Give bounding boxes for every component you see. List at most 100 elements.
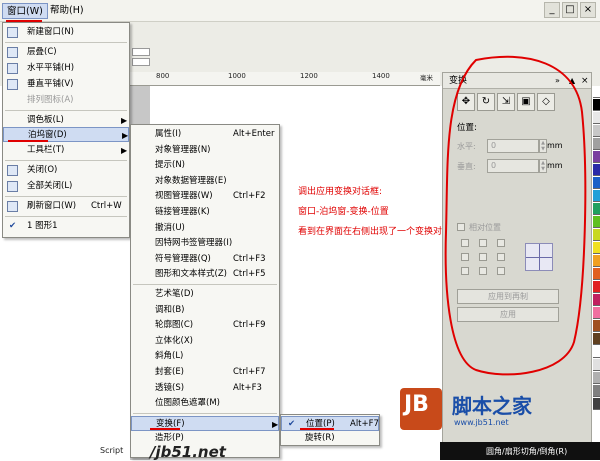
close-button[interactable]: × [580, 2, 596, 18]
restore-button[interactable]: □ [562, 2, 578, 18]
menu-item-label: 艺术笔(D) [155, 289, 194, 299]
color-swatch[interactable] [593, 346, 600, 358]
menu-item-docker-10[interactable]: 艺术笔(D) [131, 287, 279, 302]
menu-item-close-all[interactable]: 全部关闭(L) [3, 179, 129, 194]
menu-item-label: 刷新窗口(W) [27, 201, 77, 211]
menu-item-rotate[interactable]: 旋转(R) [281, 431, 379, 446]
color-swatch[interactable] [593, 138, 600, 150]
menu-item-docker-0[interactable]: 属性(I) Alt+Enter [131, 127, 279, 142]
menu-item-docker-1[interactable]: 对象管理器(N) [131, 143, 279, 158]
menu-item-label: 对象管理器(N) [155, 144, 211, 155]
color-swatch[interactable] [593, 229, 600, 241]
menu-item-docker-15[interactable]: 封套(E) Ctrl+F7 [131, 365, 279, 380]
color-swatch[interactable] [593, 255, 600, 267]
watermark-logo: JB [400, 386, 442, 432]
menu-item-docker-12[interactable]: 轮廓图(C) Ctrl+F9 [131, 318, 279, 333]
menu-item-docker-16[interactable]: 透镜(S) Alt+F3 [131, 381, 279, 396]
menu-item-label: 因特网书签管理器(I) [155, 238, 233, 249]
transform-submenu: ✔ 位置(P) Alt+F7 旋转(R) [280, 414, 380, 446]
menu-item-toolbars[interactable]: 工具栏(T) ▶ [3, 143, 129, 158]
menu-help[interactable]: 帮助(H) [46, 3, 88, 19]
menu-item-docker-8[interactable]: 符号管理器(Q) Ctrl+F3 [131, 252, 279, 267]
ruler-unit: 毫米 [420, 74, 433, 82]
color-swatch[interactable] [593, 125, 600, 137]
menu-item-label: 关闭(O) [27, 165, 58, 175]
menu-item-docker-2[interactable]: 提示(N) [131, 158, 279, 173]
menu-item-docker-11[interactable]: 调和(B) [131, 303, 279, 318]
menu-item-label: 垂直平铺(V) [27, 79, 74, 89]
check-icon: ✔ [9, 221, 17, 231]
menu-item-palette[interactable]: 调色板(L) ▶ [3, 113, 129, 128]
tile-vertical-icon [7, 79, 18, 90]
color-swatch[interactable] [593, 307, 600, 319]
toolbar-field[interactable] [132, 48, 150, 56]
menu-item-close[interactable]: 关闭(O) [3, 163, 129, 178]
cascade-icon [7, 47, 18, 58]
refresh-icon [7, 201, 18, 212]
menu-item-shortcut: Ctrl+F2 [233, 191, 266, 202]
menu-item-label: 调色板(L) [27, 115, 64, 125]
color-swatch[interactable] [593, 294, 600, 306]
tile-horizontal-icon [7, 63, 18, 74]
menu-item-label: 水平平铺(H) [27, 63, 75, 73]
menu-item-tile-horizontal[interactable]: 水平平铺(H) [3, 61, 129, 76]
menu-item-label: 链接管理器(K) [155, 207, 210, 217]
color-swatch[interactable] [593, 177, 600, 189]
menu-item-docker-4[interactable]: 视图管理器(W) Ctrl+F2 [131, 189, 279, 204]
color-swatch[interactable] [593, 112, 600, 124]
color-swatch[interactable] [593, 385, 600, 397]
menu-underline-annotation [150, 428, 180, 430]
menu-item-docker-7[interactable]: 因特网书签管理器(I) [131, 236, 279, 251]
menu-window[interactable]: 窗口(W) [2, 3, 48, 19]
menu-item-label: 提示(N) [155, 160, 185, 171]
color-swatch[interactable] [593, 190, 600, 202]
highlight-ellipse [444, 55, 587, 376]
menu-item-docker-13[interactable]: 立体化(X) [131, 334, 279, 349]
menu-item-docker-9[interactable]: 图形和文本样式(Z) Ctrl+F5 [131, 267, 279, 282]
color-swatch[interactable] [593, 151, 600, 163]
color-swatch[interactable] [593, 216, 600, 228]
menu-separator [133, 412, 277, 414]
menu-item-label: 层叠(C) [27, 47, 57, 57]
menu-item-shortcut: Alt+F7 [350, 419, 379, 429]
menu-item-docker-14[interactable]: 斜角(L) [131, 349, 279, 364]
menu-item-label: 属性(I) [155, 129, 182, 139]
color-swatch[interactable] [593, 164, 600, 176]
color-swatch[interactable] [593, 99, 600, 111]
menu-item-new-window[interactable]: 新建窗口(N) [3, 25, 129, 40]
color-swatch[interactable] [593, 281, 600, 293]
menu-item-shortcut: Ctrl+F9 [233, 320, 266, 331]
menu-item-refresh-window[interactable]: 刷新窗口(W) Ctrl+W [3, 199, 129, 214]
watermark-logo-text: JB [404, 392, 429, 417]
menu-item-docker-17[interactable]: 位图颜色遮罩(M) [131, 396, 279, 411]
annotation-text: 调出应用变换对话框: [298, 187, 383, 197]
menu-item-shortcut: Ctrl+F7 [233, 367, 266, 377]
menu-item-document-1[interactable]: ✔ 1 图形1 [3, 219, 129, 234]
minimize-button[interactable]: _ [544, 2, 560, 18]
status-text: 圆角/扇形切角/倒角(R) [486, 447, 568, 456]
menu-item-cascade[interactable]: 层叠(C) [3, 45, 129, 60]
color-swatch[interactable] [593, 372, 600, 384]
color-swatch[interactable] [593, 268, 600, 280]
menu-item-docker-5[interactable]: 链接管理器(K) [131, 205, 279, 220]
watermark-text: 脚本之家 [452, 394, 532, 418]
color-swatch[interactable] [593, 359, 600, 371]
color-swatch[interactable] [593, 203, 600, 215]
color-swatch[interactable] [593, 333, 600, 345]
color-swatch[interactable] [593, 242, 600, 254]
ruler-label: 1200 [300, 72, 318, 80]
watermark-url: www.jb51.net [454, 418, 509, 427]
menu-item-docker-6[interactable]: 撤消(U) [131, 221, 279, 236]
docker-submenu: 属性(I) Alt+Enter 对象管理器(N) 提示(N) 对象数据管理器(E) 视图管… [130, 124, 280, 458]
submenu-arrow-icon: ▶ [121, 146, 128, 155]
ruler-label: 1400 [372, 72, 390, 80]
color-swatch[interactable] [593, 398, 600, 410]
menu-item-label: 工具栏(T) [27, 145, 65, 155]
menu-item-tile-vertical[interactable]: 垂直平铺(V) [3, 77, 129, 92]
toolbar-field[interactable] [132, 58, 150, 66]
color-swatch[interactable] [593, 320, 600, 332]
menu-item-label: 新建窗口(N) [27, 27, 74, 37]
color-swatch[interactable] [593, 86, 600, 98]
menu-item-docker-3[interactable]: 对象数据管理器(E) [131, 174, 279, 189]
menu-separator [5, 110, 127, 111]
